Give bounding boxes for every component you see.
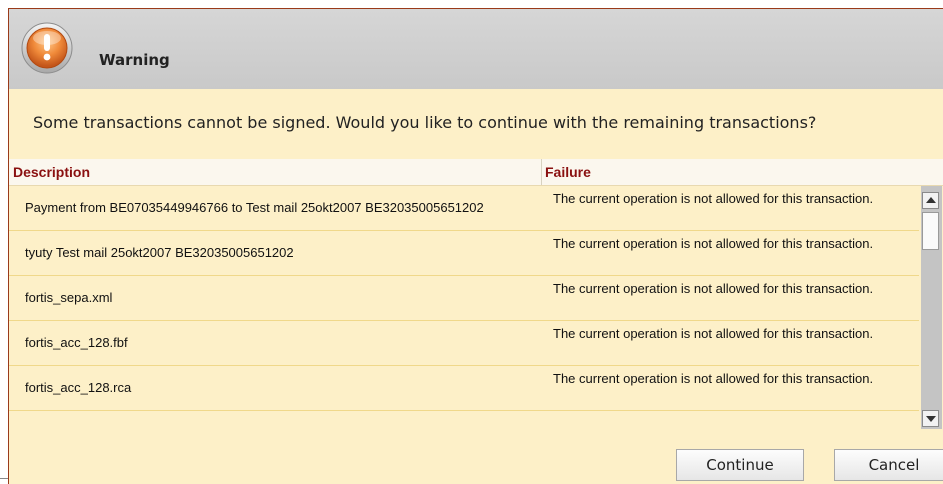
column-header-description[interactable]: Description [13,164,90,180]
cell-failure: The current operation is not allowed for… [553,236,874,251]
scroll-up-button[interactable] [922,192,939,209]
cell-description: fortis_acc_128.rca [25,380,132,395]
corner-mark [0,478,8,479]
column-header-failure[interactable]: Failure [545,164,591,180]
table-row[interactable]: fortis_sepa.xml The current operation is… [9,276,919,321]
cell-failure: The current operation is not allowed for… [553,326,874,341]
exclamation-icon [21,22,73,74]
cell-failure: The current operation is not allowed for… [553,371,874,386]
table-body: Payment from BE07035449946766 to Test ma… [9,186,919,411]
cell-failure: The current operation is not allowed for… [553,281,874,296]
table-row[interactable]: Payment from BE07035449946766 to Test ma… [9,186,919,231]
cancel-button[interactable]: Cancel [834,449,943,481]
scroll-thumb[interactable] [922,212,939,250]
table-row[interactable]: fortis_acc_128.fbf The current operation… [9,321,919,366]
cell-description: tyuty Test mail 25okt2007 BE320350056512… [25,245,294,260]
table-header-corner [919,159,943,186]
table-row[interactable]: tyuty Test mail 25okt2007 BE320350056512… [9,231,919,276]
cell-description: Payment from BE07035449946766 to Test ma… [25,200,484,215]
dialog-title: Warning [99,51,170,69]
dialog-message: Some transactions cannot be signed. Woul… [33,113,817,132]
cell-description: fortis_acc_128.fbf [25,335,128,350]
transactions-table: Description Failure Payment from BE07035… [9,159,943,429]
arrow-down-icon [926,416,936,422]
warning-dialog: Warning Some transactions cannot be sign… [8,8,943,484]
arrow-up-icon [926,197,936,203]
dialog-titlebar: Warning [9,9,943,89]
table-header: Description Failure [9,159,919,186]
cell-failure: The current operation is not allowed for… [553,191,874,206]
column-divider[interactable] [541,159,542,185]
scroll-down-button[interactable] [922,410,939,427]
table-scrollbar[interactable] [921,186,942,429]
table-row[interactable]: fortis_acc_128.rca The current operation… [9,366,919,411]
cell-description: fortis_sepa.xml [25,290,113,305]
continue-button[interactable]: Continue [676,449,804,481]
